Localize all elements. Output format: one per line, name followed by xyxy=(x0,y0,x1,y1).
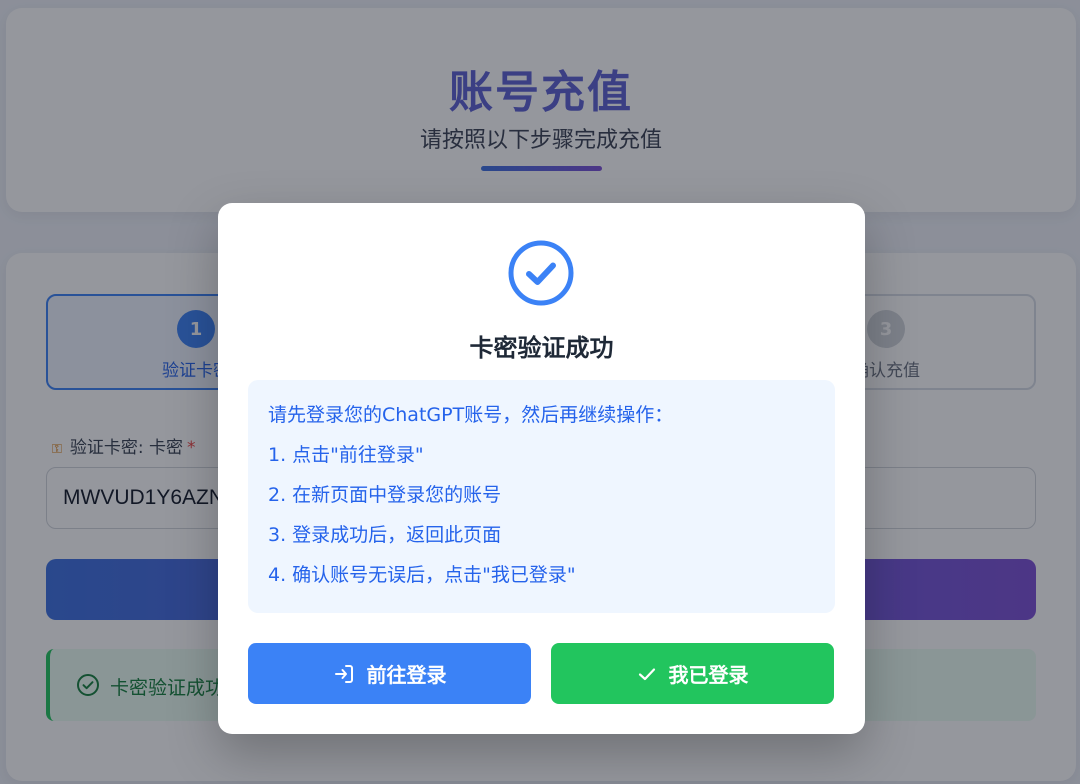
modal-title: 卡密验证成功 xyxy=(469,334,614,362)
logged-in-button[interactable]: 我已登录 xyxy=(551,643,834,704)
instruction-line: 请先登录您的ChatGPT账号，然后再继续操作： xyxy=(268,404,674,426)
instruction-line: 2. 在新页面中登录您的账号 xyxy=(268,484,502,506)
go-login-label: 前往登录 xyxy=(366,663,447,687)
instructions-box: 请先登录您的ChatGPT账号，然后再继续操作： 1. 点击"前往登录" 2. … xyxy=(248,380,835,613)
login-icon xyxy=(334,664,353,683)
logged-in-label: 我已登录 xyxy=(668,663,749,687)
instruction-line: 1. 点击"前往登录" xyxy=(268,444,424,466)
check-icon xyxy=(638,667,655,680)
success-modal: 卡密验证成功 请先登录您的ChatGPT账号，然后再继续操作： 1. 点击"前往… xyxy=(218,203,865,734)
instruction-line: 4. 确认账号无误后，点击"我已登录" xyxy=(268,564,576,586)
instruction-line: 3. 登录成功后，返回此页面 xyxy=(268,524,502,546)
page: 账号充值 请按照以下步骤完成充值 1 验证卡密 3 确认充值 ⚿ 验证卡密: 卡密… xyxy=(0,0,1080,784)
go-login-button[interactable]: 前往登录 xyxy=(248,643,531,704)
check-circle-icon xyxy=(508,240,574,306)
